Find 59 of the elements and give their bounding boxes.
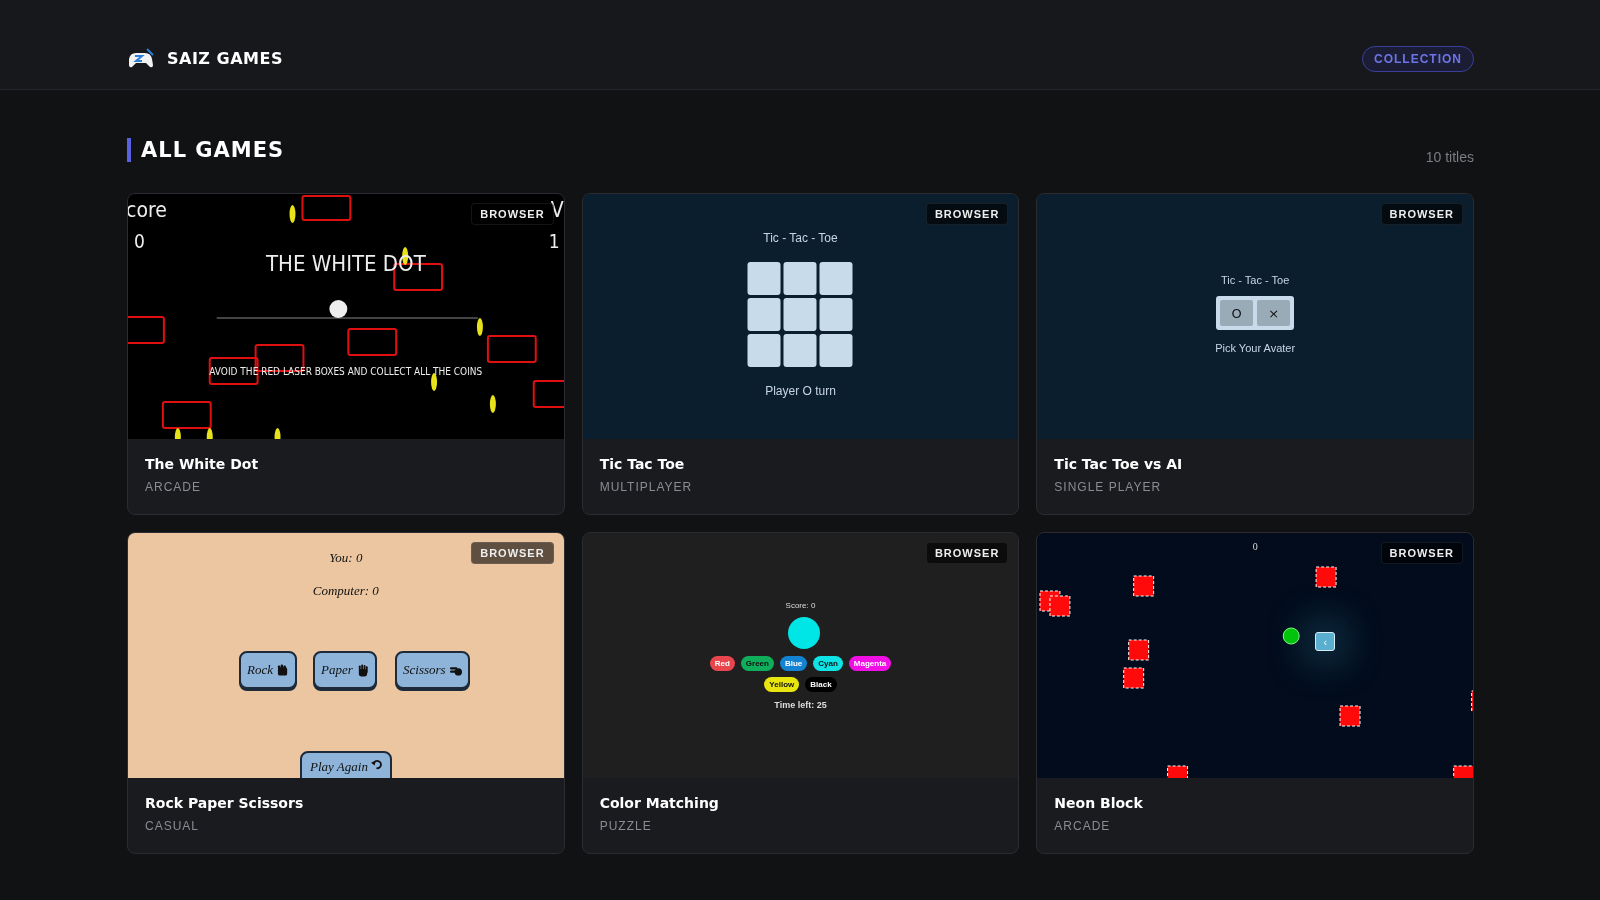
genre-label: PUZZLE bbox=[599, 819, 653, 833]
board-cell[interactable] bbox=[820, 298, 853, 331]
fist-icon bbox=[277, 663, 289, 677]
player-block: ‹ bbox=[1315, 632, 1336, 651]
target-circle-icon bbox=[787, 617, 820, 649]
board-cell[interactable] bbox=[820, 334, 853, 367]
section-title: ALL GAMES bbox=[127, 138, 285, 162]
score-text: Score: 0 bbox=[785, 601, 816, 610]
game-title: The White Dot bbox=[145, 456, 260, 472]
collection-badge: COLLECTION bbox=[1362, 45, 1474, 72]
board-cell[interactable] bbox=[784, 298, 817, 331]
score-text: 0 bbox=[1252, 541, 1258, 552]
board-cell[interactable] bbox=[748, 262, 781, 295]
platform-badge: BROWSER bbox=[925, 542, 1009, 564]
choice-button[interactable]: Scissors bbox=[395, 651, 470, 689]
game-title: Tic Tac Toe vs AI bbox=[1054, 456, 1184, 472]
choice-button[interactable]: Paper bbox=[313, 651, 377, 689]
avatar-option[interactable]: O bbox=[1220, 300, 1254, 326]
platform-badge: BROWSER bbox=[1380, 542, 1463, 564]
timer-text: Time left: 25 bbox=[774, 700, 827, 710]
prompt-text: Pick Your Avater bbox=[1215, 342, 1296, 354]
brand-name: SAIZ GAMES bbox=[167, 49, 283, 68]
hand-icon bbox=[356, 663, 369, 677]
genre-label: ARCADE bbox=[145, 480, 202, 494]
color-button[interactable]: Red bbox=[709, 656, 735, 671]
game-title: Rock Paper Scissors bbox=[145, 795, 305, 811]
board-cell[interactable] bbox=[820, 262, 853, 295]
turn-status: Player O turn bbox=[765, 384, 836, 398]
score-value: 1 bbox=[548, 230, 560, 252]
choice-button[interactable]: Rock bbox=[239, 651, 297, 689]
play-again-button[interactable]: Play Again bbox=[300, 751, 392, 778]
score-value: 0 bbox=[134, 230, 145, 252]
color-button[interactable]: Yellow bbox=[764, 677, 800, 692]
board-cell[interactable] bbox=[784, 334, 817, 367]
genre-label: ARCADE bbox=[1054, 819, 1112, 833]
platform-badge: BROWSER bbox=[925, 203, 1009, 225]
game-title: Tic Tac Toe bbox=[599, 456, 686, 472]
avatar-option[interactable]: × bbox=[1257, 300, 1291, 326]
player-score: You: 0 bbox=[329, 550, 363, 566]
undo-arrow-icon bbox=[370, 759, 382, 770]
board-cell[interactable] bbox=[784, 262, 817, 295]
genre-label: SINGLE PLAYER bbox=[1054, 480, 1163, 494]
board-cell[interactable] bbox=[748, 298, 781, 331]
game-title: Neon Block bbox=[1054, 795, 1144, 811]
title-count: 10 titles bbox=[1425, 149, 1474, 165]
game-title: Tic - Tac - Toe bbox=[763, 231, 838, 245]
genre-label: CASUAL bbox=[145, 819, 201, 833]
platform-badge: BROWSER bbox=[1380, 203, 1463, 225]
computer-score: Computer: 0 bbox=[312, 583, 379, 599]
genre-label: MULTIPLAYER bbox=[599, 480, 694, 494]
board-cell[interactable] bbox=[748, 334, 781, 367]
color-button[interactable]: Black bbox=[805, 677, 837, 692]
platform-badge: BROWSER bbox=[471, 542, 554, 564]
game-title: Tic - Tac - Toe bbox=[1221, 274, 1290, 286]
game-title: Color Matching bbox=[599, 795, 720, 811]
color-button[interactable]: Cyan bbox=[813, 656, 843, 671]
color-button[interactable]: Magenta bbox=[848, 656, 892, 671]
color-button[interactable]: Green bbox=[740, 656, 774, 671]
color-button[interactable]: Blue bbox=[779, 656, 808, 671]
